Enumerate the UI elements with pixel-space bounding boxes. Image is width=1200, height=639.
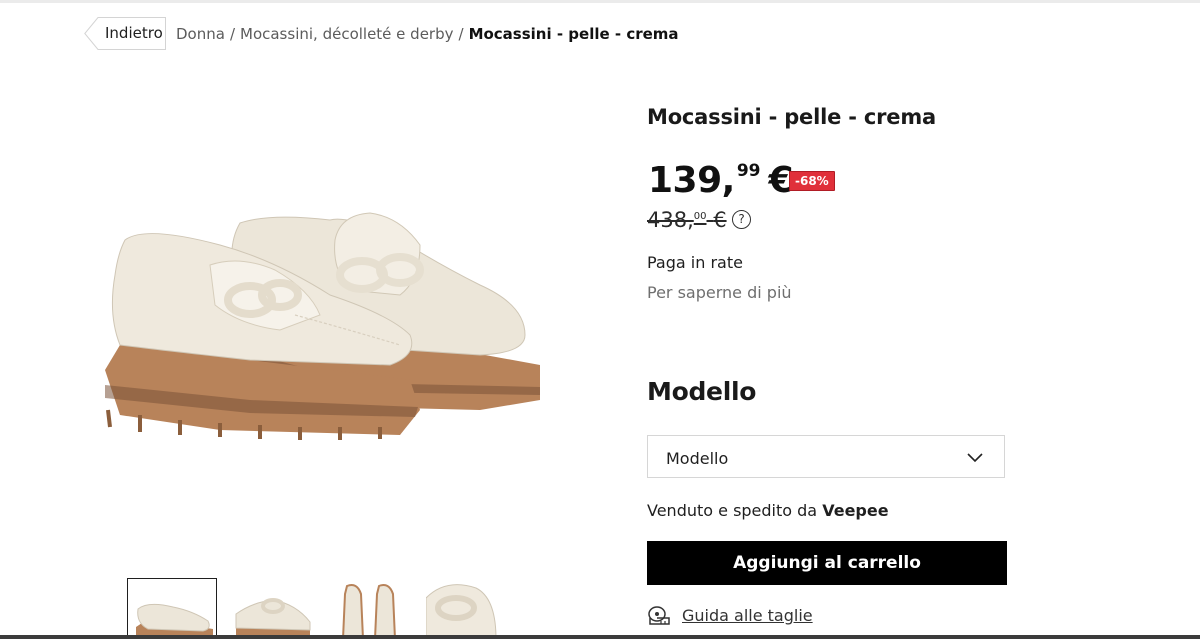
seller-info: Venduto e spedito da Veepee — [647, 501, 889, 520]
thumbnail-image — [235, 598, 311, 639]
bottom-divider — [0, 635, 1200, 639]
installments-label: Paga in rate — [647, 253, 743, 272]
thumbnail-image — [136, 603, 213, 638]
breadcrumb-item-donna[interactable]: Donna — [176, 25, 225, 43]
discount-badge: -68% — [789, 171, 835, 191]
add-to-cart-button[interactable]: Aggiungi al carrello — [647, 541, 1007, 585]
model-select-value: Modello — [666, 449, 729, 468]
measuring-tape-icon — [648, 606, 670, 625]
top-divider — [0, 0, 1200, 3]
size-guide-label: Guida alle taglie — [682, 606, 813, 625]
chevron-down-icon — [967, 453, 983, 463]
seller-name: Veepee — [822, 501, 889, 520]
breadcrumb-current: Mocassini - pelle - crema — [468, 25, 679, 43]
back-button[interactable]: Indietro — [84, 17, 166, 50]
product-title: Mocassini - pelle - crema — [647, 105, 936, 129]
thumbnail-3[interactable] — [329, 578, 419, 639]
price-integer: 139, — [648, 160, 735, 201]
thumbnail-4[interactable] — [426, 578, 516, 639]
original-price: 438,00 € — [647, 208, 727, 232]
model-heading: Modello — [647, 377, 757, 406]
installments-learn-more-link[interactable]: Per saperne di più — [647, 283, 792, 302]
breadcrumb: Donna / Mocassini, décolleté e derby / Mocas… — [176, 25, 679, 43]
thumbnail-image — [426, 584, 497, 639]
model-select[interactable]: Modello — [647, 435, 1005, 478]
product-main-image[interactable] — [100, 195, 545, 450]
thumbnail-image — [341, 584, 397, 639]
thumbnail-1[interactable] — [127, 578, 217, 639]
thumbnail-2[interactable] — [228, 578, 318, 639]
back-label: Indietro — [105, 24, 163, 42]
price-decimals: 99 — [736, 161, 761, 181]
help-icon[interactable]: ? — [732, 210, 751, 229]
breadcrumb-item-category[interactable]: Mocassini, décolleté e derby — [240, 25, 454, 43]
current-price: 139, 99 € — [648, 160, 794, 201]
